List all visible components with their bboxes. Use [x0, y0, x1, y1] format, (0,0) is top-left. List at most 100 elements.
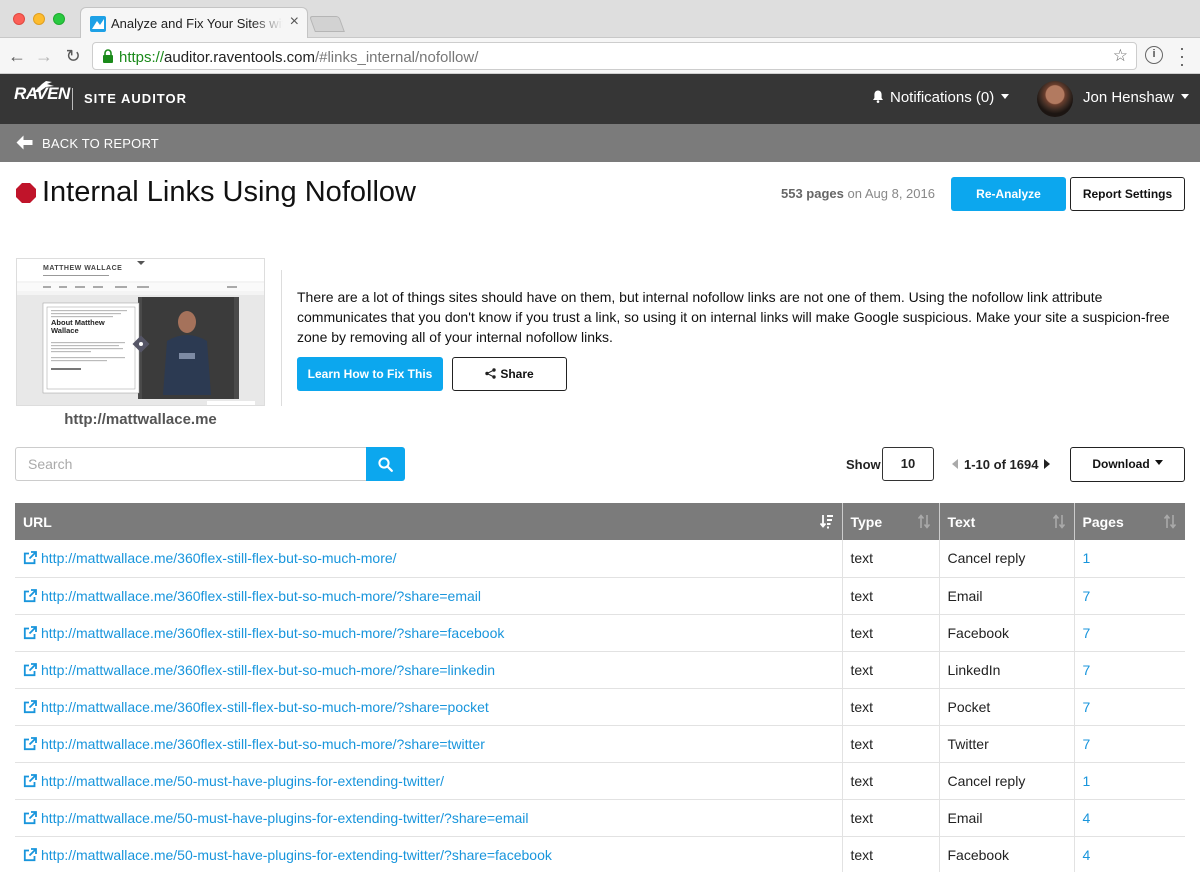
- back-to-report-link[interactable]: BACK TO REPORT: [42, 136, 159, 151]
- pages-count-link[interactable]: 7: [1074, 577, 1185, 615]
- url-link[interactable]: http://mattwallace.me/50-must-have-plugi…: [41, 773, 444, 789]
- url-cell: http://mattwallace.me/360flex-still-flex…: [15, 577, 843, 615]
- url-link[interactable]: http://mattwallace.me/360flex-still-flex…: [41, 550, 397, 566]
- product-name: SITE AUDITOR: [84, 91, 188, 106]
- raven-bird-icon: [34, 81, 54, 92]
- type-cell: text: [842, 577, 940, 615]
- arrow-left-icon: [16, 135, 33, 150]
- links-table: URL Type Text Pages http://mattwallace.m…: [15, 503, 1185, 872]
- text-cell: Pocket: [939, 688, 1075, 726]
- user-menu[interactable]: Jon Henshaw: [1083, 89, 1189, 106]
- pages-count-link[interactable]: 4: [1074, 799, 1185, 837]
- table-row: http://mattwallace.me/360flex-still-flex…: [15, 725, 1185, 763]
- sort-descending-icon[interactable]: [819, 514, 834, 529]
- external-link-icon[interactable]: [23, 551, 37, 565]
- url-cell: http://mattwallace.me/360flex-still-flex…: [15, 688, 843, 726]
- table-row: http://mattwallace.me/360flex-still-flex…: [15, 614, 1185, 652]
- url-link[interactable]: http://mattwallace.me/50-must-have-plugi…: [41, 847, 552, 863]
- window-zoom-button[interactable]: [53, 13, 65, 25]
- type-cell: text: [842, 762, 940, 800]
- type-cell: text: [842, 725, 940, 763]
- external-link-icon[interactable]: [23, 773, 37, 788]
- download-button[interactable]: Download: [1070, 447, 1185, 482]
- bookmark-star-icon[interactable]: ☆: [1113, 46, 1128, 66]
- tab-title: Analyze and Fix Your Sites with: [111, 16, 283, 31]
- window-close-button[interactable]: [13, 13, 25, 25]
- search-input[interactable]: [15, 447, 367, 481]
- external-link-icon[interactable]: [23, 699, 37, 714]
- column-header-text[interactable]: Text: [939, 503, 1075, 540]
- sort-both-icon[interactable]: [1052, 514, 1066, 529]
- column-header-type[interactable]: Type: [842, 503, 940, 540]
- url-cell: http://mattwallace.me/50-must-have-plugi…: [15, 762, 843, 800]
- prev-page-icon[interactable]: [952, 459, 958, 469]
- external-link-icon[interactable]: [23, 736, 37, 751]
- browser-navbar: ← → ↻ https://auditor.raventools.com/#li…: [0, 38, 1200, 74]
- search-button[interactable]: [366, 447, 405, 481]
- address-bar[interactable]: https://auditor.raventools.com/#links_in…: [92, 42, 1137, 70]
- rows-per-page-select[interactable]: 10: [882, 447, 934, 481]
- pages-count-link[interactable]: 1: [1074, 540, 1185, 578]
- more-menu-icon[interactable]: · · ·: [1178, 39, 1186, 73]
- back-to-report-bar[interactable]: BACK TO REPORT: [0, 124, 1200, 162]
- error-octagon-icon: [16, 183, 36, 203]
- text-cell: Cancel reply: [939, 540, 1075, 578]
- user-name: Jon Henshaw: [1083, 89, 1174, 106]
- external-link-icon[interactable]: [23, 588, 37, 603]
- external-link-icon[interactable]: [23, 847, 37, 862]
- url-link[interactable]: http://mattwallace.me/360flex-still-flex…: [41, 736, 485, 752]
- back-arrow-icon[interactable]: ←: [6, 45, 28, 67]
- external-link-icon[interactable]: [23, 625, 37, 640]
- column-header-pages[interactable]: Pages: [1074, 503, 1185, 540]
- external-link-icon[interactable]: [23, 662, 37, 677]
- new-tab-button[interactable]: [309, 16, 345, 32]
- url-link[interactable]: http://mattwallace.me/50-must-have-plugi…: [41, 810, 529, 826]
- column-header-url[interactable]: URL: [15, 503, 843, 540]
- site-screenshot: MATTHEW WALLACE About Matthew Wallace: [16, 258, 265, 406]
- table-header-row: URL Type Text Pages: [15, 503, 1185, 540]
- pages-count-link[interactable]: 7: [1074, 688, 1185, 726]
- table-row: http://mattwallace.me/50-must-have-plugi…: [15, 762, 1185, 800]
- window-minimize-button[interactable]: [33, 13, 45, 25]
- sort-both-icon[interactable]: [917, 514, 931, 529]
- table-row: http://mattwallace.me/50-must-have-plugi…: [15, 799, 1185, 837]
- url-text: https://auditor.raventools.com/#links_in…: [119, 49, 479, 66]
- notifications-label: Notifications (0): [890, 89, 995, 106]
- url-link[interactable]: http://mattwallace.me/360flex-still-flex…: [41, 662, 495, 678]
- text-cell: Facebook: [939, 836, 1075, 872]
- re-analyze-button[interactable]: Re-Analyze: [951, 177, 1066, 211]
- learn-how-to-fix-button[interactable]: Learn How to Fix This: [297, 357, 443, 391]
- pages-count-link[interactable]: 1: [1074, 762, 1185, 800]
- next-page-icon[interactable]: [1044, 459, 1051, 469]
- pages-count-link[interactable]: 4: [1074, 836, 1185, 872]
- text-cell: Facebook: [939, 614, 1075, 652]
- share-button[interactable]: Share: [452, 357, 567, 391]
- browser-tab-active[interactable]: Analyze and Fix Your Sites with ×: [80, 7, 308, 39]
- info-icon[interactable]: i: [1145, 46, 1163, 64]
- raven-favicon-icon: [90, 16, 106, 32]
- url-cell: http://mattwallace.me/360flex-still-flex…: [15, 725, 843, 763]
- search-icon: [378, 457, 393, 472]
- url-link[interactable]: http://mattwallace.me/360flex-still-flex…: [41, 699, 489, 715]
- reload-icon[interactable]: ↻: [62, 45, 84, 67]
- external-link-icon[interactable]: [23, 810, 37, 825]
- pages-count-link[interactable]: 7: [1074, 651, 1185, 689]
- url-link[interactable]: http://mattwallace.me/360flex-still-flex…: [41, 588, 481, 604]
- table-row: http://mattwallace.me/360flex-still-flex…: [15, 651, 1185, 689]
- text-cell: Email: [939, 799, 1075, 837]
- pages-count-link[interactable]: 7: [1074, 725, 1185, 763]
- type-cell: text: [842, 614, 940, 652]
- sort-both-icon[interactable]: [1163, 514, 1177, 529]
- report-settings-button[interactable]: Report Settings: [1070, 177, 1185, 211]
- share-label: Share: [500, 367, 534, 381]
- tab-close-icon[interactable]: ×: [290, 14, 299, 30]
- app-header: RAVEN SITE AUDITOR Notifications (0) Jon…: [0, 74, 1200, 124]
- text-cell: Twitter: [939, 725, 1075, 763]
- forward-arrow-icon[interactable]: →: [33, 45, 55, 67]
- page-title: Internal Links Using Nofollow: [42, 176, 416, 208]
- url-link[interactable]: http://mattwallace.me/360flex-still-flex…: [41, 625, 504, 641]
- pages-count-link[interactable]: 7: [1074, 614, 1185, 652]
- lock-icon: [103, 49, 113, 63]
- avatar[interactable]: [1037, 81, 1073, 117]
- notifications-menu[interactable]: Notifications (0): [872, 89, 1010, 106]
